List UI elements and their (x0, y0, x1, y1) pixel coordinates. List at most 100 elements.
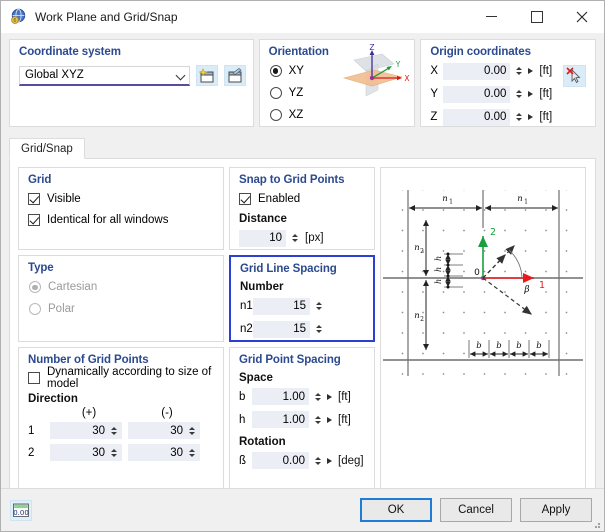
origin-dropdown-y-icon[interactable] (528, 91, 534, 97)
grid-visible-row[interactable]: Visible (19, 186, 223, 207)
maximize-icon (530, 10, 543, 23)
figure-label-b-4: b (536, 341, 541, 351)
tab-grid-snap-label: Grid/Snap (21, 142, 73, 155)
gps-value-b: 1.00 (282, 390, 305, 403)
gls-spinner-n2[interactable] (314, 322, 323, 337)
gls-label-n1: n1 (240, 300, 253, 313)
gps-space-label: Space (239, 371, 273, 384)
figure-label-h1: h (434, 256, 443, 261)
close-icon (576, 11, 587, 22)
origin-dropdown-x-icon[interactable] (528, 68, 534, 74)
origin-input-x[interactable]: 0.00 (443, 62, 511, 80)
maximize-button[interactable] (514, 1, 559, 32)
gls-title: Grid Line Spacing (240, 263, 337, 276)
ngp-input-2-minus[interactable]: 30 (128, 444, 200, 462)
gps-input-beta[interactable]: 0.00 (252, 452, 309, 470)
gps-spinner-b[interactable] (313, 389, 322, 404)
figure-label-b-1: b (476, 341, 481, 351)
snap-distance-label: Distance (239, 213, 287, 225)
radio-xz-icon (269, 109, 282, 121)
grid-group: Grid Visible Identical for all windows (18, 167, 224, 251)
grid-point-spacing-group: Grid Point Spacing Space b 1.00 [ft] h 1… (229, 346, 375, 492)
coordinate-system-select[interactable]: Global XYZ (19, 65, 190, 86)
svg-text:X: X (404, 74, 409, 83)
title-bar: 6 Work Plane and Grid/Snap (1, 1, 604, 33)
grid-identical-row[interactable]: Identical for all windows (19, 207, 223, 228)
checkbox-visible-icon (28, 192, 40, 205)
radio-yz-icon (269, 87, 282, 99)
ngp-value-1-plus: 30 (92, 424, 105, 437)
new-coordinate-system-button[interactable] (196, 65, 218, 86)
orientation-label-xy: XY (288, 65, 304, 77)
gps-rotation-label: Rotation (239, 435, 286, 448)
gps-row-h: h 1.00 [ft] (230, 407, 374, 430)
ngp-input-1-minus[interactable]: 30 (128, 422, 200, 440)
origin-spinner-y[interactable] (514, 87, 523, 102)
snap-distance-input[interactable]: 10 (239, 229, 286, 247)
type-option-polar: Polar (19, 296, 223, 318)
gps-input-h[interactable]: 1.00 (252, 411, 309, 429)
origin-coordinates-group: Origin coordinates X 0.00 [ft] Y 0.00 [f… (420, 39, 596, 127)
ngp-input-1-plus[interactable]: 30 (50, 422, 122, 440)
tab-grid-snap[interactable]: Grid/Snap (9, 138, 85, 159)
gps-dropdown-b-icon[interactable] (327, 393, 332, 400)
snap-title: Snap to Grid Points (239, 174, 345, 186)
ok-button[interactable]: OK (360, 498, 432, 522)
cancel-button[interactable]: Cancel (440, 498, 512, 522)
ngp-dynamic-label: Dynamically according to size of model (47, 366, 212, 391)
gps-dropdown-h-icon[interactable] (327, 416, 332, 423)
svg-text:Z: Z (369, 44, 374, 52)
origin-input-y[interactable]: 0.00 (443, 85, 511, 103)
grid-title: Grid (28, 174, 52, 186)
edit-coordinate-system-button[interactable] (224, 65, 246, 86)
ngp-header-minus: (-) (161, 406, 173, 419)
orientation-label-xz: XZ (288, 109, 304, 121)
radio-cartesian-icon (29, 281, 41, 294)
figure-label-beta: β (523, 285, 529, 295)
coordinate-system-title: Coordinate system (19, 46, 121, 58)
gps-dropdown-beta-icon[interactable] (327, 457, 332, 464)
units-settings-button[interactable]: 0.00 (10, 499, 32, 521)
gps-label-beta: ß (239, 454, 247, 467)
apply-button[interactable]: Apply (520, 498, 592, 522)
apply-button-label: Apply (541, 504, 571, 516)
svg-text:1: 1 (524, 199, 528, 206)
gps-title: Grid Point Spacing (239, 353, 341, 366)
gps-spinner-beta[interactable] (313, 453, 322, 468)
gls-input-n2[interactable]: 15 (253, 320, 310, 338)
ngp-dynamic-row[interactable]: Dynamically according to size of model (19, 366, 223, 391)
origin-spinner-z[interactable] (514, 110, 523, 125)
grid-visible-label: Visible (47, 192, 81, 205)
minimize-button[interactable] (469, 1, 514, 32)
origin-spinner-x[interactable] (514, 64, 523, 79)
pick-point-button[interactable] (562, 65, 586, 87)
figure-label-axis2: 2 (490, 227, 496, 238)
gls-input-n1[interactable]: 15 (253, 297, 310, 315)
ngp-input-2-plus[interactable]: 30 (50, 444, 122, 462)
origin-unit-y: [ft] (539, 88, 553, 100)
radio-polar-icon (29, 303, 41, 316)
gps-row-b: b 1.00 [ft] (230, 384, 374, 407)
origin-dropdown-z-icon[interactable] (528, 114, 534, 120)
ngp-column-headers: (+) (-) (19, 405, 223, 419)
origin-label-x: X (430, 65, 439, 77)
snap-enabled-row[interactable]: Enabled (230, 186, 374, 207)
grid-snap-panel: Grid Visible Identical for all windows T… (9, 159, 596, 501)
figure-label-b-2: b (496, 341, 501, 351)
figure-label-h3: h (434, 279, 443, 284)
close-button[interactable] (559, 1, 604, 32)
gls-value-n2: 15 (293, 323, 306, 336)
resize-grip-icon[interactable] (591, 519, 601, 529)
gls-value-n1: 15 (293, 300, 306, 313)
snap-distance-row: 10 [px] (230, 225, 374, 248)
origin-input-z[interactable]: 0.00 (443, 108, 511, 126)
gls-number-label: Number (240, 281, 284, 294)
figure-label-axis1: 1 (539, 280, 545, 291)
gps-input-b[interactable]: 1.00 (252, 388, 309, 406)
grid-definition-diagram: n 1 n 1 n 2 n 2 h h h 0 1 2 β b b b b (380, 167, 586, 492)
gps-unit-h: [ft] (338, 413, 351, 426)
gps-spinner-h[interactable] (313, 412, 322, 427)
minimize-icon (486, 16, 497, 17)
gls-spinner-n1[interactable] (314, 299, 323, 314)
snap-distance-spinner[interactable] (290, 231, 299, 246)
